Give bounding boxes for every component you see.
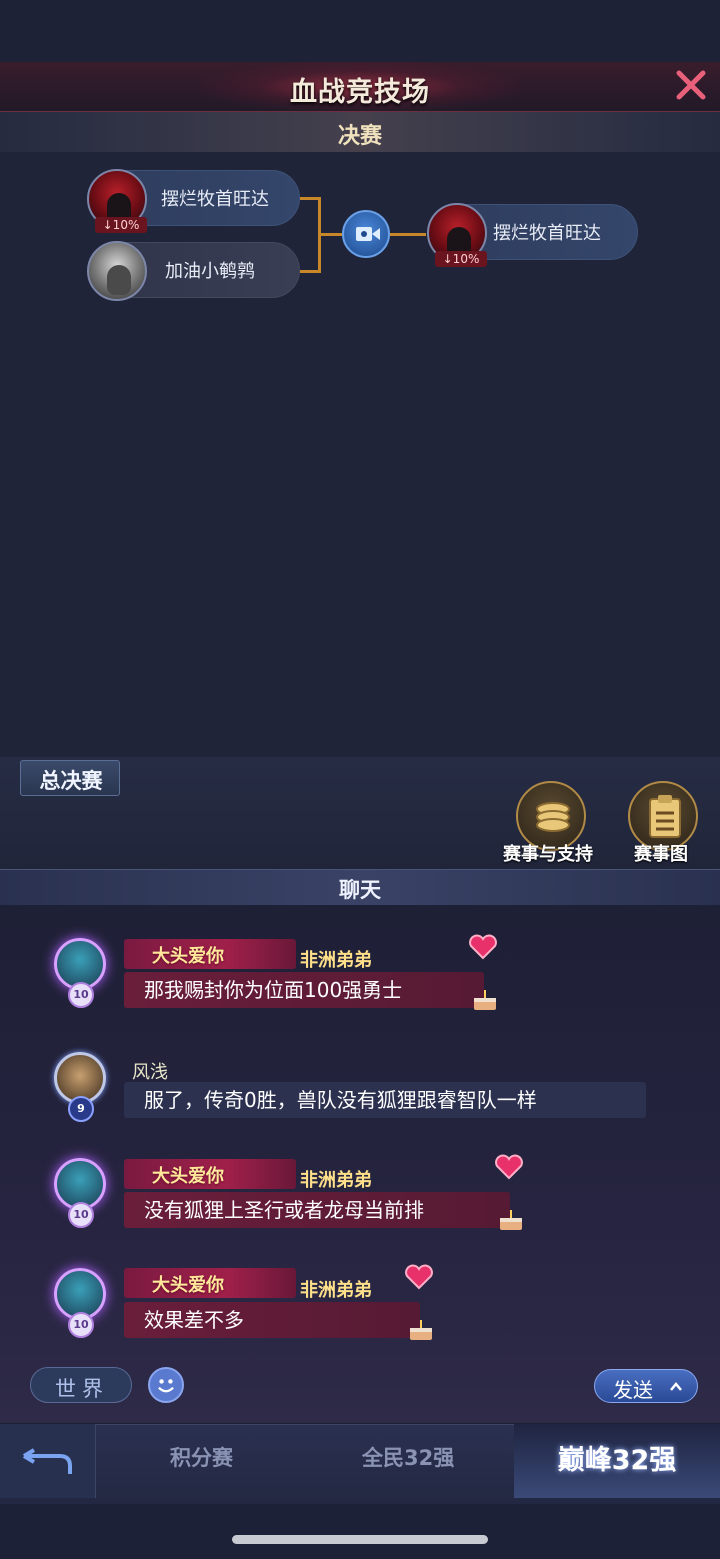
bracket-line — [390, 233, 426, 236]
chat-message: 效果差不多 — [124, 1302, 420, 1338]
cake-icon — [500, 1210, 522, 1230]
replay-video-button[interactable] — [342, 210, 390, 258]
home-indicator[interactable] — [232, 1535, 488, 1544]
chat-nickname[interactable]: 非洲弟弟 — [300, 1166, 372, 1192]
bracket-chart-label[interactable]: 赛事图 — [634, 840, 688, 866]
chat-nickname[interactable]: 非洲弟弟 — [300, 1276, 372, 1302]
send-label: 发送 — [613, 1378, 653, 1402]
heart-icon — [495, 1154, 523, 1180]
cake-icon — [410, 1320, 432, 1340]
level-badge: 9 — [68, 1096, 94, 1122]
chat-message: 没有狐狸上圣行或者龙母当前排 — [124, 1192, 510, 1228]
emoji-icon[interactable] — [148, 1367, 184, 1403]
chat-input[interactable] — [196, 1370, 586, 1402]
stage-header: 决赛 — [0, 112, 720, 152]
chat-nickname[interactable]: 风浅 — [132, 1058, 168, 1084]
chevron-up-icon — [670, 1382, 682, 1391]
power-badge: ↓10% — [435, 251, 487, 267]
level-badge: 10 — [68, 1312, 94, 1338]
player-avatar — [87, 241, 147, 301]
chat-avatar[interactable]: 10 — [48, 1264, 114, 1338]
tab-grand-final[interactable]: 总决赛 — [20, 760, 120, 796]
chat-nickname[interactable]: 非洲弟弟 — [300, 946, 372, 972]
chat-avatar[interactable]: 10 — [48, 1154, 114, 1228]
player-name: 摆烂牧首旺达 — [161, 189, 269, 210]
level-badge: 10 — [68, 1202, 94, 1228]
bracket-line — [300, 270, 320, 273]
back-arrow-icon — [22, 1448, 72, 1474]
home-bar-area — [0, 1504, 720, 1559]
tab-peak-top32[interactable]: 巅峰32强 — [514, 1424, 720, 1498]
chat-message: 服了，传奇0胜，兽队没有狐狸跟睿智队一样 — [124, 1082, 646, 1118]
title-tag-text: 大头爱你 — [152, 1166, 224, 1187]
support-label[interactable]: 赛事与支持 — [503, 840, 593, 866]
heart-icon — [469, 934, 497, 960]
player-name: 加油小鹌鹑 — [165, 261, 255, 282]
cake-icon — [474, 990, 496, 1010]
chat-message: 那我赐封你为位面100强勇士 — [124, 972, 484, 1008]
bracket-player-1[interactable]: ↓10% 摆烂牧首旺达 — [87, 169, 300, 233]
close-icon[interactable] — [672, 66, 710, 104]
power-badge: ↓10% — [95, 217, 147, 233]
send-button[interactable]: 发送 — [594, 1369, 698, 1403]
title-tag-text: 大头爱你 — [152, 946, 224, 967]
title-tag-text: 大头爱你 — [152, 1275, 224, 1296]
player-name: 摆烂牧首旺达 — [493, 223, 601, 244]
chat-avatar[interactable]: 10 — [48, 934, 114, 1008]
tab-all-top32[interactable]: 全民32强 — [362, 1442, 454, 1472]
page-title: 血战竞技场 — [290, 77, 430, 108]
title-bar: 血战竞技场 — [0, 62, 720, 112]
tab-points-match[interactable]: 积分赛 — [170, 1442, 233, 1472]
bracket-winner[interactable]: ↓10% 摆烂牧首旺达 — [427, 203, 638, 267]
channel-selector[interactable]: 世界 — [30, 1367, 132, 1403]
back-button[interactable] — [0, 1424, 96, 1498]
stage-title: 决赛 — [337, 124, 382, 149]
channel-label: 世界 — [55, 1377, 109, 1401]
bracket-line — [318, 233, 342, 236]
status-bar-area — [0, 0, 720, 62]
level-badge: 10 — [68, 982, 94, 1008]
chat-header: 聊天 — [0, 869, 720, 905]
bracket-line — [300, 197, 320, 200]
heart-icon — [405, 1264, 433, 1290]
bracket-player-2[interactable]: 加油小鹌鹑 — [87, 241, 300, 301]
chat-title: 聊天 — [339, 878, 381, 902]
chat-avatar[interactable]: 9 — [48, 1048, 114, 1122]
